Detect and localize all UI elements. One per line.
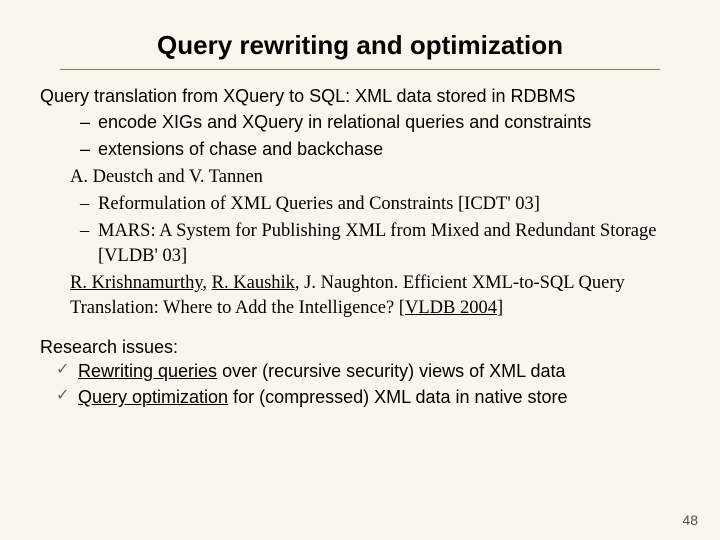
lead-text: Query translation from XQuery to SQL: XM… bbox=[40, 84, 680, 108]
serif-dash-list: Reformulation of XML Queries and Constra… bbox=[40, 192, 680, 269]
check-text: over (recursive security) views of XML d… bbox=[217, 361, 565, 381]
check-item: Rewriting queries over (recursive securi… bbox=[56, 359, 680, 383]
authors-line: A. Deustch and V. Tannen bbox=[40, 165, 680, 190]
serif-item: MARS: A System for Publishing XML from M… bbox=[80, 219, 680, 269]
reference-line: R. Krishnamurthy, R. Kaushik, J. Naughto… bbox=[40, 271, 680, 321]
author-underlined: R. Kaushik bbox=[212, 273, 295, 293]
ref-text: ] bbox=[497, 298, 503, 318]
dash-item: encode XIGs and XQuery in relational que… bbox=[80, 110, 680, 134]
slide: Query rewriting and optimization Query t… bbox=[0, 0, 720, 540]
serif-item: Reformulation of XML Queries and Constra… bbox=[80, 192, 680, 217]
sep: , bbox=[202, 273, 211, 293]
author-underlined: R. Krishnamurthy bbox=[70, 273, 202, 293]
research-section: Research issues: Rewriting queries over … bbox=[40, 335, 680, 410]
page-number: 48 bbox=[682, 512, 698, 528]
title-divider bbox=[60, 69, 660, 70]
dash-item-text: encode XIGs and XQuery in relational que… bbox=[98, 112, 591, 132]
content-area: Query translation from XQuery to SQL: XM… bbox=[40, 84, 680, 410]
check-text: for (compressed) XML data in native stor… bbox=[228, 387, 567, 407]
serif-item-text: MARS: A System for Publishing XML from M… bbox=[98, 221, 656, 266]
serif-block: A. Deustch and V. Tannen Reformulation o… bbox=[40, 165, 680, 321]
research-title: Research issues: bbox=[40, 335, 680, 359]
check-underlined: Rewriting queries bbox=[78, 361, 217, 381]
dash-item-text: extensions of chase and backchase bbox=[98, 139, 383, 159]
serif-item-text: Reformulation of XML Queries and Constra… bbox=[98, 194, 540, 214]
dash-item: extensions of chase and backchase bbox=[80, 137, 680, 161]
check-underlined: Query optimization bbox=[78, 387, 228, 407]
slide-title: Query rewriting and optimization bbox=[40, 30, 680, 61]
reference-link[interactable]: VLDB 2004 bbox=[405, 298, 497, 318]
dash-list: encode XIGs and XQuery in relational que… bbox=[40, 110, 680, 161]
check-list: Rewriting queries over (recursive securi… bbox=[40, 359, 680, 410]
check-item: Query optimization for (compressed) XML … bbox=[56, 385, 680, 409]
